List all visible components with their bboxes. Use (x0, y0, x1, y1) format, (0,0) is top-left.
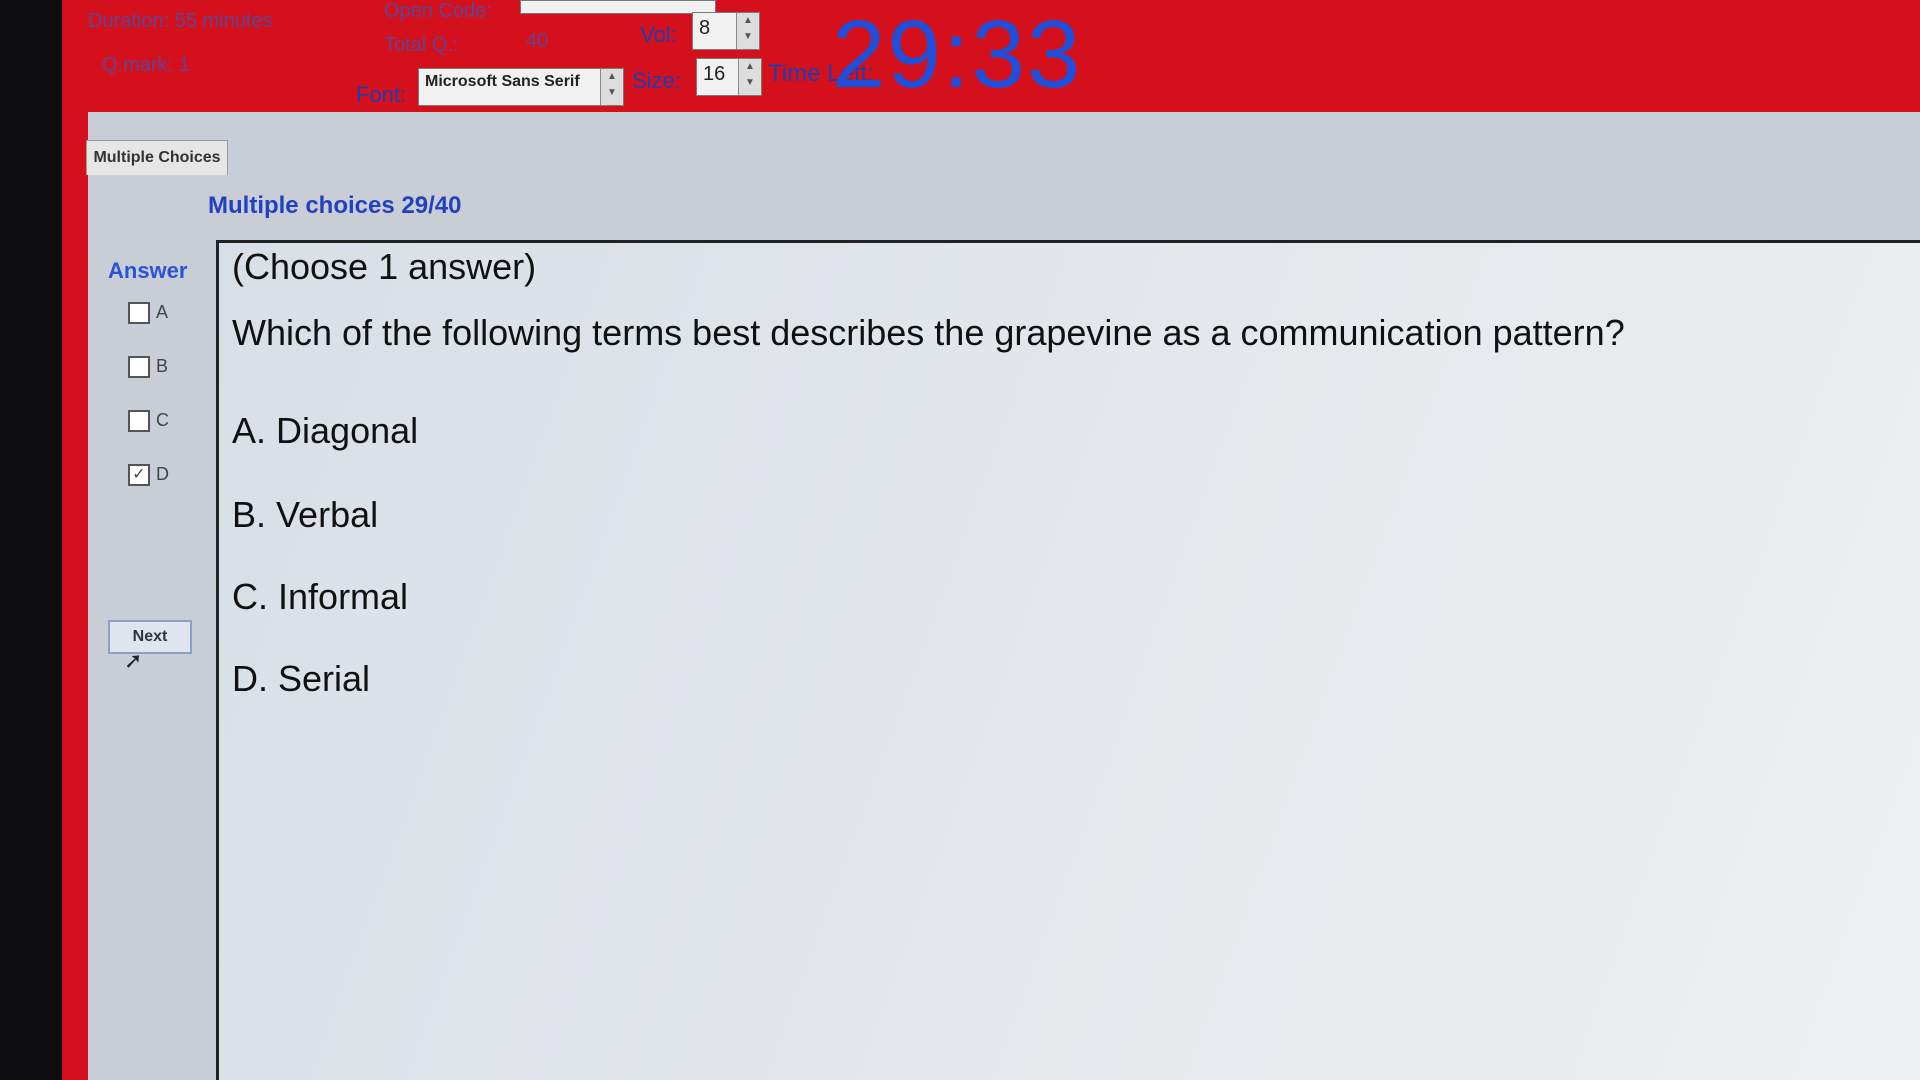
font-label: Font: (356, 82, 407, 107)
volume-stepper[interactable]: 8 ▲ ▼ (692, 12, 760, 50)
total-questions-label: Total Q.: (384, 34, 459, 56)
open-code-label: Open Code: (384, 0, 492, 22)
choice-c-text: Informal (278, 576, 409, 617)
font-dropdown-icon[interactable]: ▲ ▼ (600, 69, 623, 105)
qmark-label: Q.mark: 1 (102, 54, 190, 76)
answer-option-a-label: A (156, 302, 169, 322)
choice-b: B. Verbal (232, 494, 378, 536)
choice-c: C. Informal (232, 576, 408, 618)
choice-d: D. Serial (232, 658, 370, 700)
question-panel (216, 240, 1920, 1080)
choice-b-text: Verbal (276, 494, 379, 535)
total-questions-value: 40 (526, 30, 549, 52)
checkbox-a[interactable] (128, 302, 150, 325)
answer-option-a[interactable]: A (128, 302, 169, 325)
answer-option-b-label: B (156, 356, 169, 376)
section-title: Multiple choices 29/40 (208, 192, 462, 219)
size-spin-icon[interactable]: ▲ ▼ (738, 59, 761, 95)
next-button[interactable]: Next (108, 620, 192, 654)
size-label: Size: (632, 68, 681, 93)
choice-a-letter: A. (232, 410, 267, 451)
size-stepper[interactable]: 16 ▲ ▼ (696, 58, 762, 96)
mouse-cursor-icon: ➚ (124, 648, 143, 673)
size-value: 16 (703, 63, 726, 85)
choice-a: A. Diagonal (232, 410, 418, 452)
volume-value: 8 (699, 17, 711, 39)
monitor-bezel (0, 0, 62, 1080)
checkbox-d[interactable]: ✓ (128, 464, 150, 487)
duration-label: Duration: 55 minutes (88, 10, 273, 32)
font-value: Microsoft Sans Serif (425, 73, 580, 90)
question-text: Which of the following terms best descri… (232, 312, 1625, 353)
checkbox-b[interactable] (128, 356, 150, 379)
answer-option-d-label: D (156, 464, 169, 484)
open-code-field[interactable] (520, 0, 716, 14)
answer-option-c[interactable]: C (128, 410, 169, 433)
choice-b-letter: B. (232, 494, 267, 535)
checkmark-icon: ✓ (132, 466, 146, 484)
choice-a-text: Diagonal (276, 410, 419, 451)
question-instruction: (Choose 1 answer) (232, 246, 537, 287)
countdown-timer: 29:33 (832, 1, 1083, 108)
tab-multiple-choices[interactable]: Multiple Choices (86, 140, 228, 175)
font-select[interactable]: Microsoft Sans Serif ▲ ▼ (418, 68, 624, 106)
choice-d-text: Serial (278, 658, 371, 699)
choice-d-letter: D. (232, 658, 268, 699)
volume-label: Vol: (640, 22, 677, 47)
choice-c-letter: C. (232, 576, 268, 617)
answer-option-b[interactable]: B (128, 356, 169, 379)
checkbox-c[interactable] (128, 410, 150, 433)
answer-option-d[interactable]: ✓ D (128, 464, 169, 487)
answer-header: Answer (108, 258, 188, 283)
answer-option-c-label: C (156, 410, 169, 430)
volume-spin-icon[interactable]: ▲ ▼ (736, 13, 759, 49)
